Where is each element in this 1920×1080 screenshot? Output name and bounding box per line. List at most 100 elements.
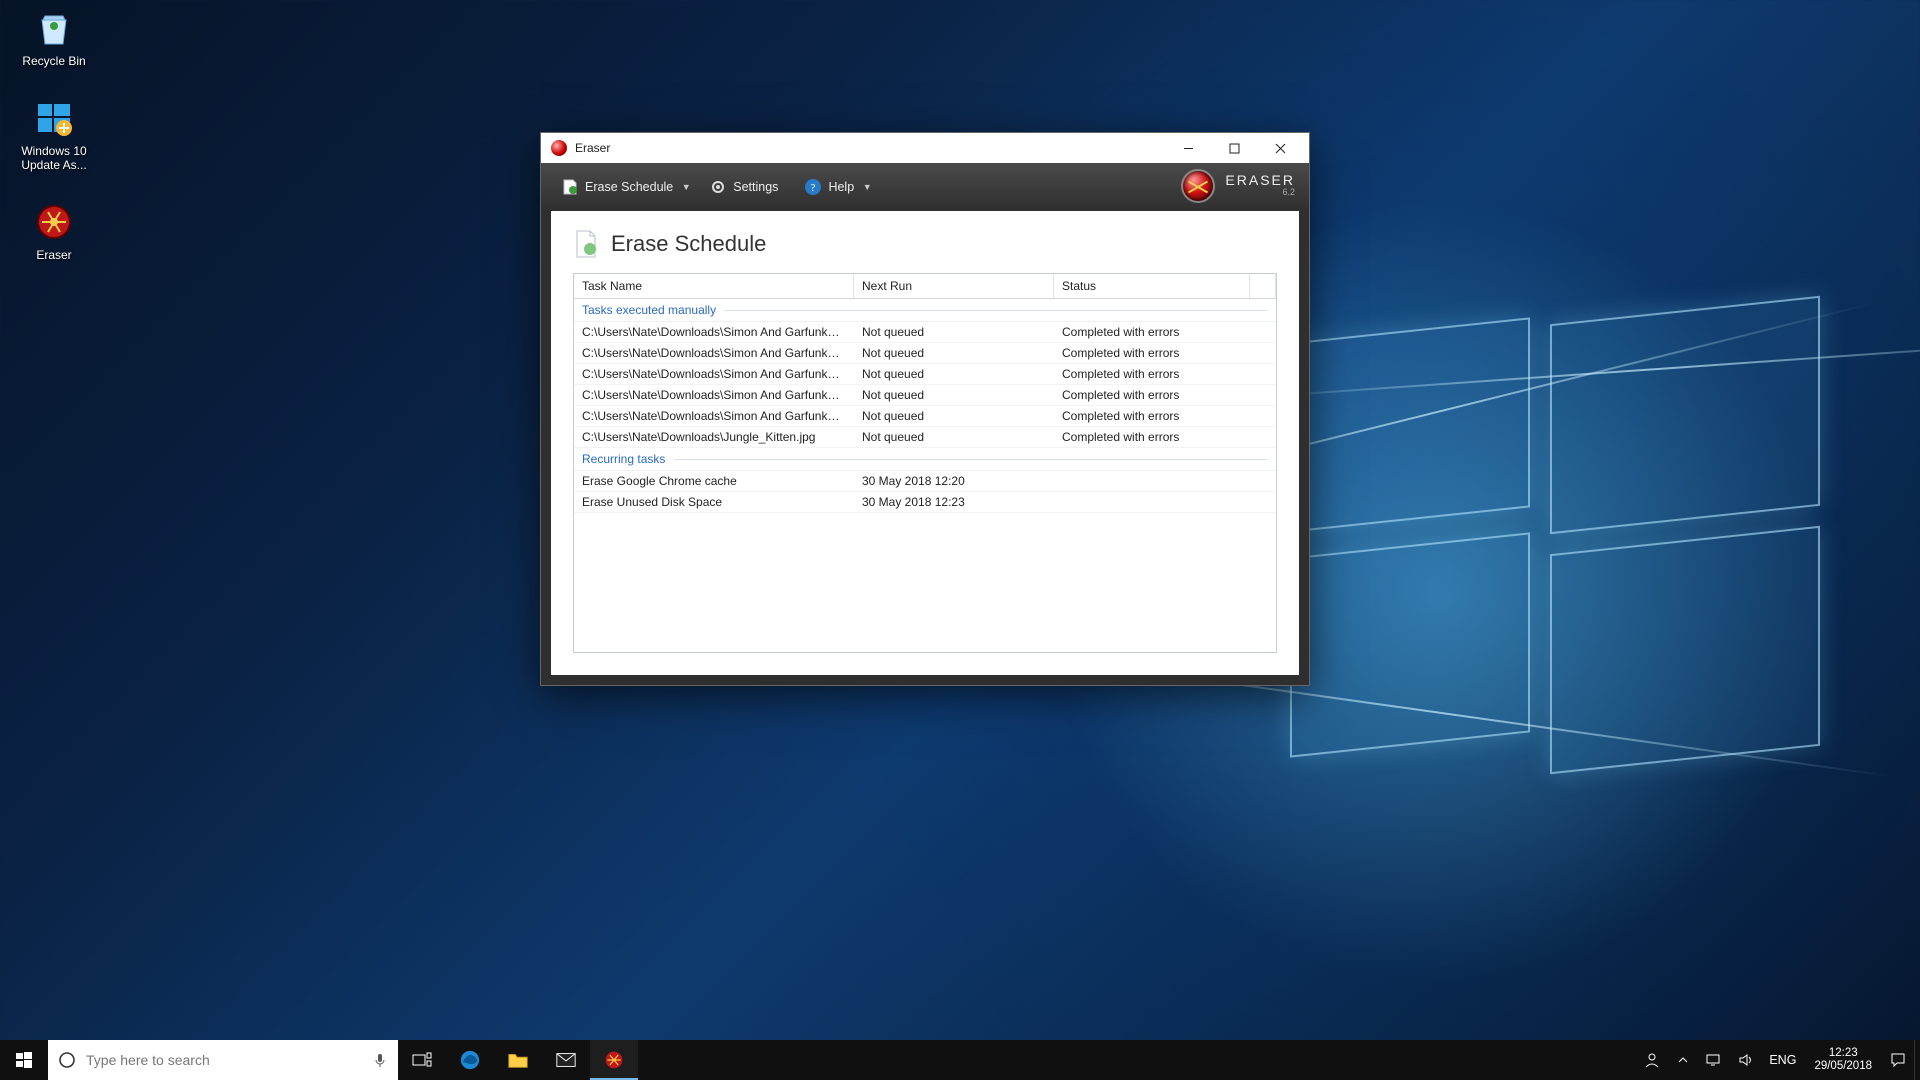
tray-volume[interactable] — [1729, 1040, 1761, 1080]
col-task-name[interactable]: Task Name — [574, 274, 854, 298]
cell-status: Completed with errors — [1054, 343, 1250, 363]
edge-icon — [459, 1049, 481, 1071]
cell-task-name: C:\Users\Nate\Downloads\Simon And Garfun… — [574, 343, 854, 363]
windows-logo-icon — [16, 1052, 32, 1068]
clock-date: 29/05/2018 — [1814, 1060, 1872, 1073]
cell-status: Completed with errors — [1054, 427, 1250, 447]
taskbar-app-edge[interactable] — [446, 1040, 494, 1080]
svg-text:?: ? — [811, 182, 816, 194]
table-row[interactable]: C:\Users\Nate\Downloads\Simon And Garfun… — [574, 406, 1276, 427]
network-icon — [1705, 1052, 1721, 1068]
folder-icon — [507, 1050, 529, 1070]
col-next-run[interactable]: Next Run — [854, 274, 1054, 298]
schedule-icon — [561, 178, 579, 196]
schedule-grid[interactable]: Task Name Next Run Status Tasks executed… — [573, 273, 1277, 653]
tray-network[interactable] — [1697, 1040, 1729, 1080]
bg-plane — [1290, 317, 1530, 532]
search-placeholder: Type here to search — [86, 1052, 362, 1068]
toolbar-label: Settings — [733, 180, 778, 194]
show-desktop-button[interactable] — [1914, 1040, 1920, 1080]
tray-language[interactable]: ENG — [1761, 1040, 1804, 1080]
clock-time: 12:23 — [1814, 1047, 1872, 1060]
language-label: ENG — [1769, 1053, 1796, 1067]
cell-task-name: C:\Users\Nate\Downloads\Jungle_Kitten.jp… — [574, 427, 854, 447]
task-view-button[interactable] — [398, 1040, 446, 1080]
desktop-icon-label: Windows 10 Update As... — [21, 144, 86, 172]
maximize-button[interactable] — [1211, 133, 1257, 163]
volume-icon — [1737, 1052, 1753, 1068]
tray-clock[interactable]: 12:23 29/05/2018 — [1804, 1047, 1882, 1073]
group-manual: Tasks executed manually — [574, 299, 1276, 322]
table-row[interactable]: C:\Users\Nate\Downloads\Simon And Garfun… — [574, 322, 1276, 343]
cell-status — [1054, 492, 1250, 512]
erase-schedule-button[interactable]: Erase Schedule — [555, 174, 679, 200]
col-spacer — [1250, 274, 1276, 298]
mail-icon — [555, 1051, 577, 1069]
cell-next-run: 30 May 2018 12:23 — [854, 492, 1054, 512]
people-icon — [1643, 1051, 1661, 1069]
window-title: Eraser — [575, 141, 610, 155]
tray-overflow[interactable] — [1669, 1040, 1697, 1080]
cell-task-name: C:\Users\Nate\Downloads\Simon And Garfun… — [574, 406, 854, 426]
section-title: Erase Schedule — [611, 231, 766, 257]
cell-next-run: Not queued — [854, 427, 1054, 447]
eraser-icon — [604, 1050, 624, 1070]
taskbar-app-mail[interactable] — [542, 1040, 590, 1080]
brand: ERASER 6.2 — [1181, 169, 1295, 203]
windows-update-icon — [32, 96, 76, 140]
cell-next-run: Not queued — [854, 343, 1054, 363]
desktop-icon-recycle-bin[interactable]: Recycle Bin — [6, 6, 102, 68]
table-row[interactable]: C:\Users\Nate\Downloads\Simon And Garfun… — [574, 385, 1276, 406]
toolbar-label: Erase Schedule — [585, 180, 673, 194]
help-button[interactable]: ? Help — [798, 174, 860, 200]
desktop-icon-label: Eraser — [36, 248, 71, 262]
cell-next-run: Not queued — [854, 364, 1054, 384]
cell-status: Completed with errors — [1054, 322, 1250, 342]
bg-plane — [1290, 532, 1530, 757]
taskbar-app-explorer[interactable] — [494, 1040, 542, 1080]
cortana-icon — [58, 1051, 76, 1069]
tray-action-center[interactable] — [1882, 1040, 1914, 1080]
cell-next-run: 30 May 2018 12:20 — [854, 471, 1054, 491]
cell-task-name: C:\Users\Nate\Downloads\Simon And Garfun… — [574, 385, 854, 405]
erase-schedule-dropdown[interactable]: ▼ — [681, 177, 691, 197]
recycle-bin-icon — [32, 6, 76, 50]
cell-next-run: Not queued — [854, 406, 1054, 426]
titlebar[interactable]: Eraser — [541, 133, 1309, 163]
gear-icon — [709, 178, 727, 196]
table-row[interactable]: Erase Google Chrome cache30 May 2018 12:… — [574, 471, 1276, 492]
cell-status: Completed with errors — [1054, 406, 1250, 426]
cell-status: Completed with errors — [1054, 385, 1250, 405]
taskbar-app-eraser[interactable] — [590, 1040, 638, 1080]
desktop-icon-label: Recycle Bin — [22, 54, 85, 68]
table-row[interactable]: C:\Users\Nate\Downloads\Simon And Garfun… — [574, 343, 1276, 364]
cell-task-name: Erase Google Chrome cache — [574, 471, 854, 491]
eraser-app-icon — [32, 200, 76, 244]
close-button[interactable] — [1257, 133, 1303, 163]
tray-people[interactable] — [1635, 1040, 1669, 1080]
start-button[interactable] — [0, 1040, 48, 1080]
mic-icon[interactable] — [372, 1052, 388, 1068]
help-dropdown[interactable]: ▼ — [862, 177, 872, 197]
table-row[interactable]: Erase Unused Disk Space30 May 2018 12:23 — [574, 492, 1276, 513]
document-icon — [573, 229, 599, 259]
eraser-window: Eraser Erase Schedule ▼ Settings ? Help … — [540, 132, 1310, 686]
col-status[interactable]: Status — [1054, 274, 1250, 298]
task-view-icon — [412, 1052, 432, 1068]
cell-task-name: C:\Users\Nate\Downloads\Simon And Garfun… — [574, 364, 854, 384]
desktop-icon-eraser[interactable]: Eraser — [6, 200, 102, 262]
grid-header: Task Name Next Run Status — [574, 274, 1276, 299]
brand-name: ERASER — [1225, 174, 1295, 186]
settings-button[interactable]: Settings — [703, 174, 784, 200]
taskbar-search[interactable]: Type here to search — [48, 1040, 398, 1080]
minimize-button[interactable] — [1165, 133, 1211, 163]
cell-next-run: Not queued — [854, 322, 1054, 342]
table-row[interactable]: C:\Users\Nate\Downloads\Jungle_Kitten.jp… — [574, 427, 1276, 448]
toolbar-label: Help — [828, 180, 854, 194]
group-recurring: Recurring tasks — [574, 448, 1276, 471]
cell-next-run: Not queued — [854, 385, 1054, 405]
cell-task-name: C:\Users\Nate\Downloads\Simon And Garfun… — [574, 322, 854, 342]
desktop-icon-windows-update[interactable]: Windows 10 Update As... — [6, 96, 102, 172]
cell-task-name: Erase Unused Disk Space — [574, 492, 854, 512]
table-row[interactable]: C:\Users\Nate\Downloads\Simon And Garfun… — [574, 364, 1276, 385]
